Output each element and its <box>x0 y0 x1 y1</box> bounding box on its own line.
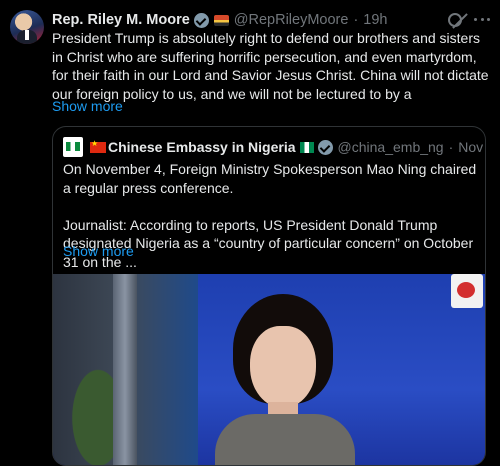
affiliate-badge-icon[interactable] <box>213 14 229 26</box>
show-more-link[interactable]: Show more <box>52 98 123 114</box>
quoted-author-avatar[interactable] <box>63 137 83 157</box>
tweet[interactable]: Rep. Riley M. Moore @RepRileyMoore · 19h… <box>0 0 500 466</box>
quoted-tweet-date[interactable]: Nov 4 <box>458 139 485 155</box>
tweet-text: President Trump is absolutely right to d… <box>52 30 489 102</box>
tweet-header: Rep. Riley M. Moore @RepRileyMoore · 19h <box>52 11 387 29</box>
quoted-tweet-photo[interactable] <box>53 274 485 465</box>
channel-logo-icon <box>451 274 483 308</box>
verified-badge-icon[interactable] <box>317 139 333 155</box>
author-name[interactable]: Rep. Riley M. Moore <box>52 12 190 28</box>
quoted-author-handle[interactable]: @china_emb_ng <box>338 139 444 155</box>
author-handle[interactable]: @RepRileyMoore <box>234 12 349 28</box>
grok-icon[interactable] <box>448 13 462 27</box>
quoted-show-more-link[interactable]: Show more <box>63 243 134 259</box>
quoted-paragraph-1: On November 4, Foreign Ministry Spokespe… <box>63 161 477 196</box>
separator-dot: · <box>353 12 359 28</box>
nigeria-flag-icon <box>299 141 314 153</box>
more-icon[interactable] <box>474 18 490 22</box>
china-flag-icon <box>90 139 106 153</box>
author-avatar[interactable] <box>10 10 44 44</box>
verified-badge-icon[interactable] <box>193 12 209 28</box>
separator-dot: · <box>448 139 454 155</box>
spokesperson-jacket <box>215 414 355 465</box>
avatar-shirt <box>25 30 29 40</box>
quoted-tweet[interactable]: Chinese Embassy in Nigeria @china_emb_ng… <box>52 126 486 466</box>
tweet-time[interactable]: 19h <box>363 12 387 28</box>
quoted-tweet-header: Chinese Embassy in Nigeria @china_emb_ng… <box>90 137 485 157</box>
spokesperson-face <box>250 326 316 408</box>
quoted-author-name[interactable]: Chinese Embassy in Nigeria <box>108 139 296 155</box>
